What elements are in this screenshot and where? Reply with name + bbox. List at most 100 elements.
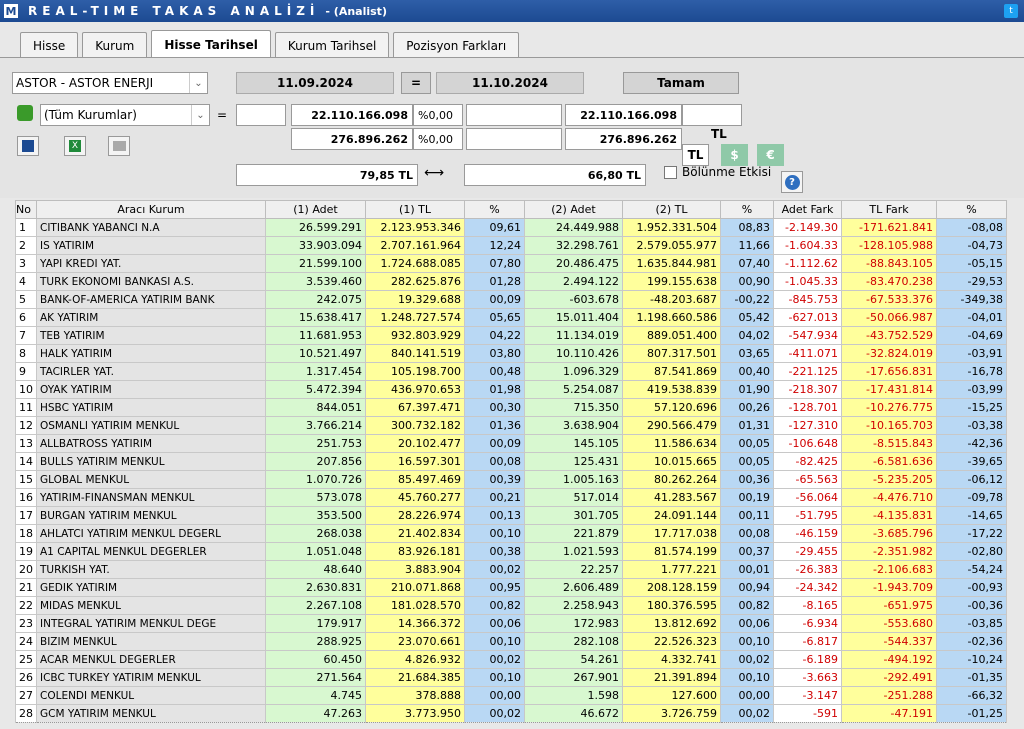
currency-eur-button[interactable]: € (757, 144, 784, 166)
tab-kurum-tarihsel[interactable]: Kurum Tarihsel (274, 32, 390, 58)
table-cell: 00,08 (720, 524, 774, 543)
table-cell: -17.656.831 (841, 362, 937, 381)
table-cell: 1.952.331.504 (622, 218, 721, 237)
table-cell: -88.843.105 (841, 254, 937, 273)
table-cell: 199.155.638 (622, 272, 721, 291)
col-header[interactable]: Adet Fark (773, 200, 842, 219)
table-row[interactable]: 8 HALK YATIRIM 10.521.497 840.141.519 03,80 1… (15, 344, 1007, 363)
table-cell: 16.597.301 (365, 452, 465, 471)
chevron-down-icon[interactable]: ⌄ (189, 73, 207, 93)
col-header[interactable]: (1) TL (365, 200, 465, 219)
lot-total-2: 276.896.262 (565, 128, 682, 150)
table-cell: -591 (773, 704, 842, 723)
table-cell: 00,40 (720, 362, 774, 381)
table-row[interactable]: 3 YAPI KREDI YAT. 21.599.100 1.724.688.085 0… (15, 254, 1007, 273)
table-row[interactable]: 4 TURK EKONOMI BANKASI A.S. 3.539.460 282.6… (15, 272, 1007, 291)
table-cell: 2.123.953.346 (365, 218, 465, 237)
end-date-field[interactable]: 11.10.2024 (436, 72, 584, 94)
table-cell: -04,69 (936, 326, 1007, 345)
table-row[interactable]: 1 CITIBANK YABANCI N.A 26.599.291 2.123.953… (15, 218, 1007, 237)
tab-hisse-tarihsel[interactable]: Hisse Tarihsel (151, 30, 271, 58)
tab-pozisyon-farklari[interactable]: Pozisyon Farkları (393, 32, 520, 58)
table-row[interactable]: 12 OSMANLI YATIRIM MENKUL 3.766.214 300.732… (15, 416, 1007, 435)
table-cell: -127.310 (773, 416, 842, 435)
table-cell: -47.191 (841, 704, 937, 723)
table-row[interactable]: 19 A1 CAPITAL MENKUL DEGERLER 1.051.048 83.… (15, 542, 1007, 561)
twitter-icon[interactable]: t (1004, 4, 1018, 18)
table-cell: 3.539.460 (265, 272, 366, 291)
col-header[interactable]: No (15, 200, 37, 219)
equals-button[interactable]: = (401, 72, 431, 94)
table-row[interactable]: 7 TEB YATIRIM 11.681.953 932.803.929 04,22 11… (15, 326, 1007, 345)
table-row[interactable]: 25 ACAR MENKUL DEGERLER 60.450 4.826.932 00,… (15, 650, 1007, 669)
tab-kurum[interactable]: Kurum (82, 32, 148, 58)
chevron-down-icon[interactable]: ⌄ (191, 105, 209, 125)
col-header[interactable]: (1) Adet (265, 200, 366, 219)
stock-select[interactable]: ASTOR - ASTOR ENERJI ⌄ (12, 72, 208, 94)
table-cell: MIDAS MENKUL (36, 596, 266, 615)
table-row[interactable]: 21 GEDIK YATIRIM 2.630.831 210.071.868 00,95… (15, 578, 1007, 597)
table-cell: 00,36 (720, 470, 774, 489)
start-date-field[interactable]: 11.09.2024 (236, 72, 394, 94)
col-header[interactable]: % (936, 200, 1007, 219)
col-header[interactable]: (2) Adet (524, 200, 623, 219)
table-cell: -3.147 (773, 686, 842, 705)
table-cell: -10.165.703 (841, 416, 937, 435)
print-icon[interactable] (108, 136, 130, 156)
table-row[interactable]: 23 INTEGRAL YATIRIM MENKUL DEGE 179.917 14.… (15, 614, 1007, 633)
table-row[interactable]: 15 GLOBAL MENKUL 1.070.726 85.497.469 00,39 1… (15, 470, 1007, 489)
table-row[interactable]: 27 COLENDI MENKUL 4.745 378.888 00,00 1.598 12… (15, 686, 1007, 705)
table-row[interactable]: 13 ALLBATROSS YATIRIM 251.753 20.102.477 00,… (15, 434, 1007, 453)
table-cell: TURK EKONOMI BANKASI A.S. (36, 272, 266, 291)
col-header[interactable]: % (464, 200, 525, 219)
app-logo: M (4, 4, 18, 18)
table-cell: -553.680 (841, 614, 937, 633)
save-icon[interactable] (17, 136, 39, 156)
table-row[interactable]: 17 BURGAN YATIRIM MENKUL 353.500 28.226.974… (15, 506, 1007, 525)
table-cell: 1.635.844.981 (622, 254, 721, 273)
table-row[interactable]: 6 AK YATIRIM 15.638.417 1.248.727.574 05,65 1… (15, 308, 1007, 327)
table-row[interactable]: 18 AHLATCI YATIRIM MENKUL DEGERL 268.038 21… (15, 524, 1007, 543)
institution-select[interactable]: (Tüm Kurumlar) ⌄ (40, 104, 210, 126)
table-cell: 20 (15, 560, 37, 579)
table-cell: -10.276.775 (841, 398, 937, 417)
table-cell: 105.198.700 (365, 362, 465, 381)
table-cell: -66,32 (936, 686, 1007, 705)
table-row[interactable]: 16 YATIRIM-FINANSMAN MENKUL 573.078 45.760.… (15, 488, 1007, 507)
table-row[interactable]: 22 MIDAS MENKUL 2.267.108 181.028.570 00,82 2… (15, 596, 1007, 615)
tab-hisse[interactable]: Hisse (20, 32, 79, 58)
tamam-button[interactable]: Tamam (623, 72, 739, 94)
excel-icon[interactable]: X (64, 136, 86, 156)
table-cell: 00,21 (464, 488, 525, 507)
col-header[interactable]: % (720, 200, 774, 219)
currency-usd-button[interactable]: $ (721, 144, 748, 166)
table-row[interactable]: 11 HSBC YATIRIM 844.051 67.397.471 00,30 715.… (15, 398, 1007, 417)
table-cell: 00,02 (464, 650, 525, 669)
table-cell: 20.102.477 (365, 434, 465, 453)
table-row[interactable]: 20 TURKISH YAT. 48.640 3.883.904 00,02 22.257… (15, 560, 1007, 579)
table-row[interactable]: 24 BIZIM MENKUL 288.925 23.070.661 00,10 282.… (15, 632, 1007, 651)
table-row[interactable]: 26 ICBC TURKEY YATIRIM MENKUL 271.564 21.68… (15, 668, 1007, 687)
table-cell: -43.752.529 (841, 326, 937, 345)
table-row[interactable]: 10 OYAK YATIRIM 5.472.394 436.970.653 01,98 5… (15, 380, 1007, 399)
table-cell: 00,95 (464, 578, 525, 597)
table-cell: 172.983 (524, 614, 623, 633)
col-header[interactable]: TL Fark (841, 200, 937, 219)
help-button[interactable]: ? (781, 171, 803, 193)
table-row[interactable]: 9 TACIRLER YAT. 1.317.454 105.198.700 00,48 1… (15, 362, 1007, 381)
col-header[interactable]: Aracı Kurum (36, 200, 266, 219)
currency-tl-button[interactable]: TL (682, 144, 709, 166)
table-cell: -106.648 (773, 434, 842, 453)
table-row[interactable]: 28 GCM YATIRIM MENKUL 47.263 3.773.950 00,02… (15, 704, 1007, 723)
institutions-icon[interactable] (17, 105, 33, 121)
table-row[interactable]: 5 BANK-OF-AMERICA YATIRIM BANK 242.075 19.3… (15, 290, 1007, 309)
table-row[interactable]: 2 IS YATIRIM 33.903.094 2.707.161.964 12,24 3… (15, 236, 1007, 255)
table-cell: -01,25 (936, 704, 1007, 723)
table-row[interactable]: 14 BULLS YATIRIM MENKUL 207.856 16.597.301 0… (15, 452, 1007, 471)
split-checkbox[interactable] (664, 166, 677, 179)
col-header[interactable]: (2) TL (622, 200, 721, 219)
table-cell: -04,01 (936, 308, 1007, 327)
table-cell: 22.526.323 (622, 632, 721, 651)
filter-input[interactable] (236, 104, 286, 126)
blank-field-1 (466, 104, 562, 126)
